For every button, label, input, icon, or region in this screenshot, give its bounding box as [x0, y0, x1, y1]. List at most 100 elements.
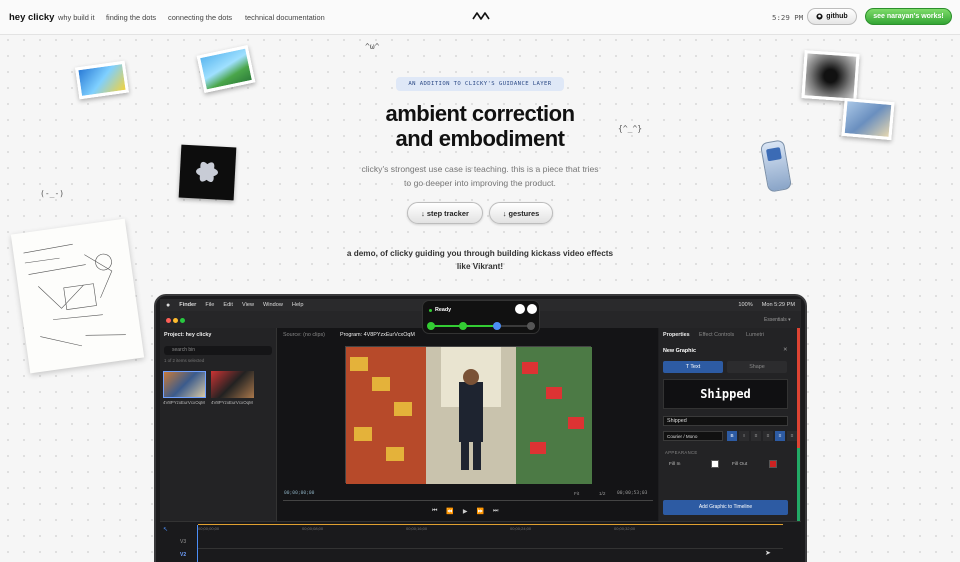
video-frame — [345, 346, 592, 484]
clicky-logo-icon[interactable] — [472, 9, 490, 23]
fit-dropdown[interactable]: Fit — [574, 491, 579, 496]
timeline-mark-1: 00;00;08;00 — [302, 526, 324, 531]
add-graphic-button[interactable]: Add Graphic to Timeline — [663, 500, 788, 515]
menubar-time: Mon 5:29 PM — [761, 302, 795, 308]
close-icon[interactable]: ✕ — [783, 347, 788, 353]
search-input[interactable]: search bin — [164, 346, 272, 355]
play-icon[interactable]: ▶ — [463, 508, 468, 515]
tab-properties[interactable]: Properties — [663, 332, 690, 338]
clock-readout: 5:29 PM — [772, 13, 804, 22]
demo-description: a demo, of clicky guiding you through bu… — [346, 249, 614, 271]
menu-view[interactable]: View — [242, 302, 254, 308]
laptop-screen: ● Finder File Edit View Window Help 100%… — [160, 299, 801, 562]
brand-logo-text[interactable]: hey clicky — [9, 12, 54, 23]
timeline-mark-0: 00;00;00;00 — [198, 526, 220, 531]
viewer-scrubber[interactable] — [283, 500, 653, 501]
github-button[interactable]: github — [807, 8, 857, 25]
window-zoom-button[interactable] — [180, 318, 185, 323]
kaomoji-happy: ^ω^ — [365, 42, 380, 51]
tab-lumetri[interactable]: Lumetri — [746, 332, 764, 338]
step-1-done-icon[interactable] — [427, 322, 435, 330]
track-label-v3[interactable]: V3 — [180, 539, 186, 545]
step-2-done-icon[interactable] — [459, 322, 467, 330]
store-scene-image — [346, 347, 592, 484]
timeline-mark-3: 00;00;24;00 — [510, 526, 532, 531]
resolution-dropdown[interactable]: 1/2 — [599, 491, 605, 496]
project-panel: Project: hey clicky search bin 1 of 2 it… — [160, 328, 277, 528]
clip-name-2: 4V8PYzxEurVcxOqM — [211, 400, 253, 405]
phone-icon — [759, 139, 793, 193]
eyebrow-badge: AN ADDITION TO CLICKY'S GUIDANCE LAYER — [396, 77, 564, 91]
align-center-button[interactable]: ≡ — [763, 431, 773, 441]
step-end-icon[interactable]: ⏭ — [493, 508, 498, 515]
clicky-eye-left-icon — [515, 304, 525, 314]
timeline-mark-2: 00;00;16;00 — [406, 526, 428, 531]
nav-link-technical-documentation[interactable]: technical documentation — [245, 13, 325, 22]
menu-file[interactable]: File — [205, 302, 214, 308]
playhead[interactable] — [197, 525, 198, 562]
track-divider — [198, 548, 783, 549]
align-left-button[interactable]: ≡ — [751, 431, 761, 441]
align-justify-button[interactable]: ≡ — [787, 431, 797, 441]
text-tab-button[interactable]: T Text — [663, 361, 723, 373]
fill-out-label: Fill Out — [732, 462, 748, 467]
project-title: Project: hey clicky — [164, 332, 212, 338]
gestures-button[interactable]: ↓ gestures — [489, 202, 553, 224]
appearance-label: APPEARANCE — [665, 450, 698, 455]
timecode-current: 00;00;00;00 — [284, 491, 315, 496]
menu-edit[interactable]: Edit — [223, 302, 233, 308]
flower-tile — [178, 144, 237, 201]
transport-controls: ⏮ ⏪ ▶ ⏩ ⏭ — [432, 508, 498, 515]
selection-tool-icon[interactable]: ↖ — [163, 526, 168, 533]
step-back-icon[interactable]: ⏪ — [446, 508, 453, 515]
bold-button[interactable]: B — [727, 431, 737, 441]
ready-indicator — [429, 309, 432, 312]
step-4-pending-icon[interactable] — [527, 322, 535, 330]
nav-link-finding-the-dots[interactable]: finding the dots — [106, 13, 156, 22]
battery-readout: 100% — [738, 302, 753, 308]
menu-window[interactable]: Window — [263, 302, 283, 308]
audio-meter — [797, 328, 800, 528]
source-label[interactable]: Source: (no clips) — [283, 332, 325, 338]
items-count: 1 of 2 items selected — [164, 358, 205, 363]
clip-thumbnail-1[interactable] — [163, 371, 206, 398]
workspace-selector[interactable]: Essentials ▾ — [764, 317, 791, 323]
clip-thumbnail-2[interactable] — [211, 371, 254, 398]
monochrome-photo — [801, 50, 860, 102]
fill-in-swatch[interactable] — [711, 460, 719, 468]
timeline-work-area-bar[interactable] — [198, 524, 783, 525]
step-3-current-icon[interactable] — [493, 322, 501, 330]
github-icon — [816, 13, 823, 20]
mouse-cursor-icon: ➤ — [765, 550, 771, 557]
window-minimize-button[interactable] — [173, 318, 178, 323]
shape-tab-button[interactable]: Shape — [727, 361, 787, 373]
track-label-v2[interactable]: V2 — [180, 552, 186, 558]
align-right-button[interactable]: ≡ — [775, 431, 785, 441]
program-viewer: Source: (no clips) Program: 4V8PYzxEurVc… — [277, 328, 658, 528]
text-value-input[interactable]: Shipped — [663, 416, 788, 426]
program-label[interactable]: Program: 4V8PYzxEurVcxOqM — [340, 332, 415, 338]
nav-link-connecting-the-dots[interactable]: connecting the dots — [168, 13, 232, 22]
kaomoji-bored: (-_-) — [40, 189, 65, 198]
nav-link-why-build-it[interactable]: why build it — [58, 13, 95, 22]
page-title: ambient correction and embodiment — [330, 101, 630, 151]
step-start-icon[interactable]: ⏮ — [432, 508, 437, 515]
landscape-photo — [196, 45, 256, 93]
apple-icon[interactable]: ● — [166, 302, 170, 309]
menu-finder[interactable]: Finder — [179, 302, 196, 308]
text-style-buttons: B I ≡ ≡ ≡ ≡ — [727, 431, 797, 441]
title-line-2: and embodiment — [395, 126, 565, 151]
sketch-paper — [10, 218, 145, 374]
italic-button[interactable]: I — [739, 431, 749, 441]
menu-help[interactable]: Help — [292, 302, 304, 308]
see-works-button[interactable]: see narayan's works! — [865, 8, 952, 25]
pikachu-photo — [75, 60, 129, 100]
tab-effect-controls[interactable]: Effect Controls — [699, 332, 734, 338]
flower-icon — [196, 161, 219, 183]
window-close-button[interactable] — [166, 318, 171, 323]
timeline-panel: 00;00;00;00 00;00;08;00 00;00;16;00 00;0… — [160, 521, 801, 562]
step-forward-icon[interactable]: ⏩ — [477, 508, 484, 515]
font-select[interactable]: Courier / Mono — [663, 431, 723, 441]
fill-out-swatch[interactable] — [769, 460, 777, 468]
step-tracker-button[interactable]: ↓ step tracker — [407, 202, 483, 224]
